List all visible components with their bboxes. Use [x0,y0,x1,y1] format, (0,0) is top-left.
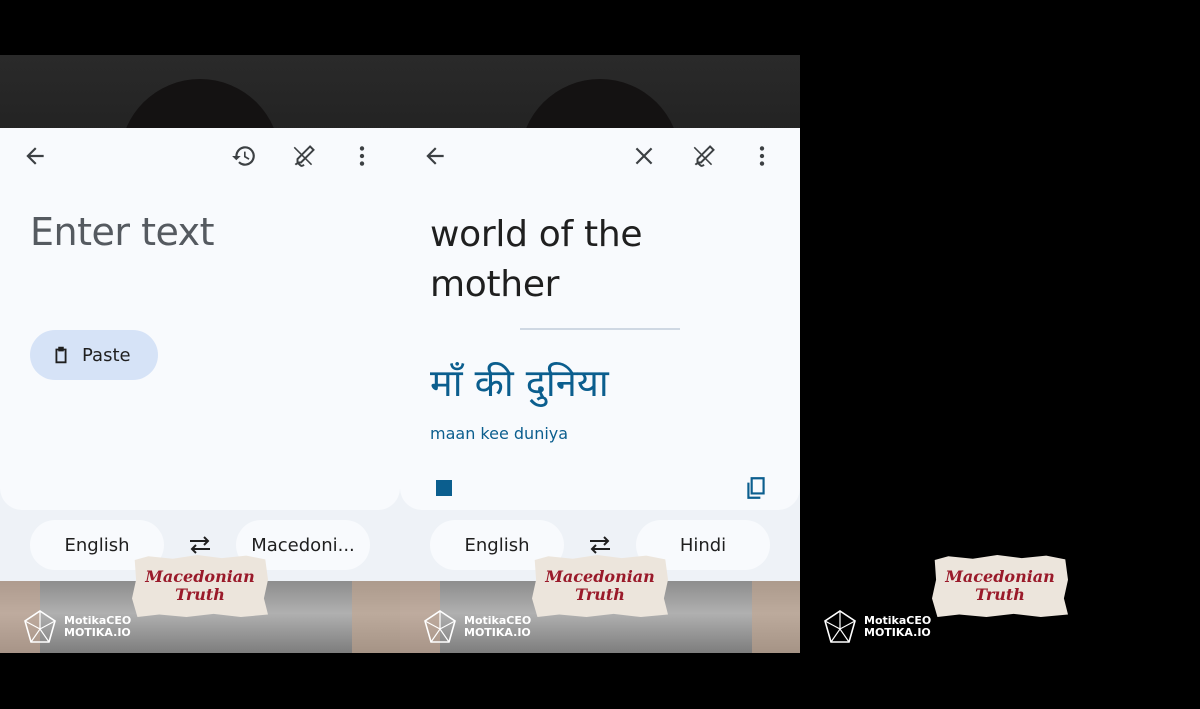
arrow-left-icon [426,147,444,165]
clipboard-icon [55,346,67,364]
more-vertical-icon [359,146,365,166]
back-button[interactable] [415,136,455,176]
handwriting-pen-icon [693,145,715,167]
translated-text: माँ की दुनिया [430,361,609,405]
copy-translation-button[interactable] [736,468,776,508]
watermark-sticker: Macedonian Truth [532,555,668,617]
transliteration-text: maan kee duniya [430,424,569,443]
divider [520,328,680,330]
translate-app: world of the mother माँ की दुनिया maan k… [400,128,800,581]
swap-arrows-icon [590,536,610,554]
history-icon [232,146,255,166]
brand-watermark: MotikaCEO MOTIKA.IO [422,609,531,645]
brand-logo-icon [824,610,856,643]
close-icon [635,147,653,165]
handwriting-pen-icon [293,145,315,167]
paste-button[interactable]: Paste [30,330,158,380]
arrow-left-icon [26,147,44,165]
back-button[interactable] [15,136,55,176]
clear-text-button[interactable] [624,136,664,176]
watermark-sticker: Macedonian Truth [932,555,1068,617]
input-card: Enter text Paste [0,128,400,510]
screen-empty-input: Enter text Paste English Macedoni... Mac… [0,55,400,653]
more-options-button[interactable] [342,136,382,176]
source-text[interactable]: world of the mother [430,210,770,310]
stop-icon[interactable] [436,480,452,496]
history-button[interactable] [224,136,264,176]
screen-translation-result: world of the mother माँ की दुनिया maan k… [400,55,800,653]
blank-screen: Macedonian Truth MotikaCEO MOTIKA.IO [800,55,1200,653]
text-input-placeholder[interactable]: Enter text [30,210,215,254]
brand-watermark: MotikaCEO MOTIKA.IO [22,609,131,645]
brand-logo-icon [24,610,56,643]
copy-icon [747,477,765,499]
paste-button-label: Paste [82,344,131,366]
handwriting-button[interactable] [684,136,724,176]
more-options-button[interactable] [742,136,782,176]
translate-app: Enter text Paste English Macedoni... [0,128,400,581]
more-vertical-icon [759,146,765,166]
watermark-sticker: Macedonian Truth [132,555,268,617]
handwriting-button[interactable] [284,136,324,176]
brand-watermark: MotikaCEO MOTIKA.IO [822,609,931,645]
brand-logo-icon [424,610,456,643]
result-card: world of the mother माँ की दुनिया maan k… [400,128,800,510]
swap-arrows-icon [190,536,210,554]
